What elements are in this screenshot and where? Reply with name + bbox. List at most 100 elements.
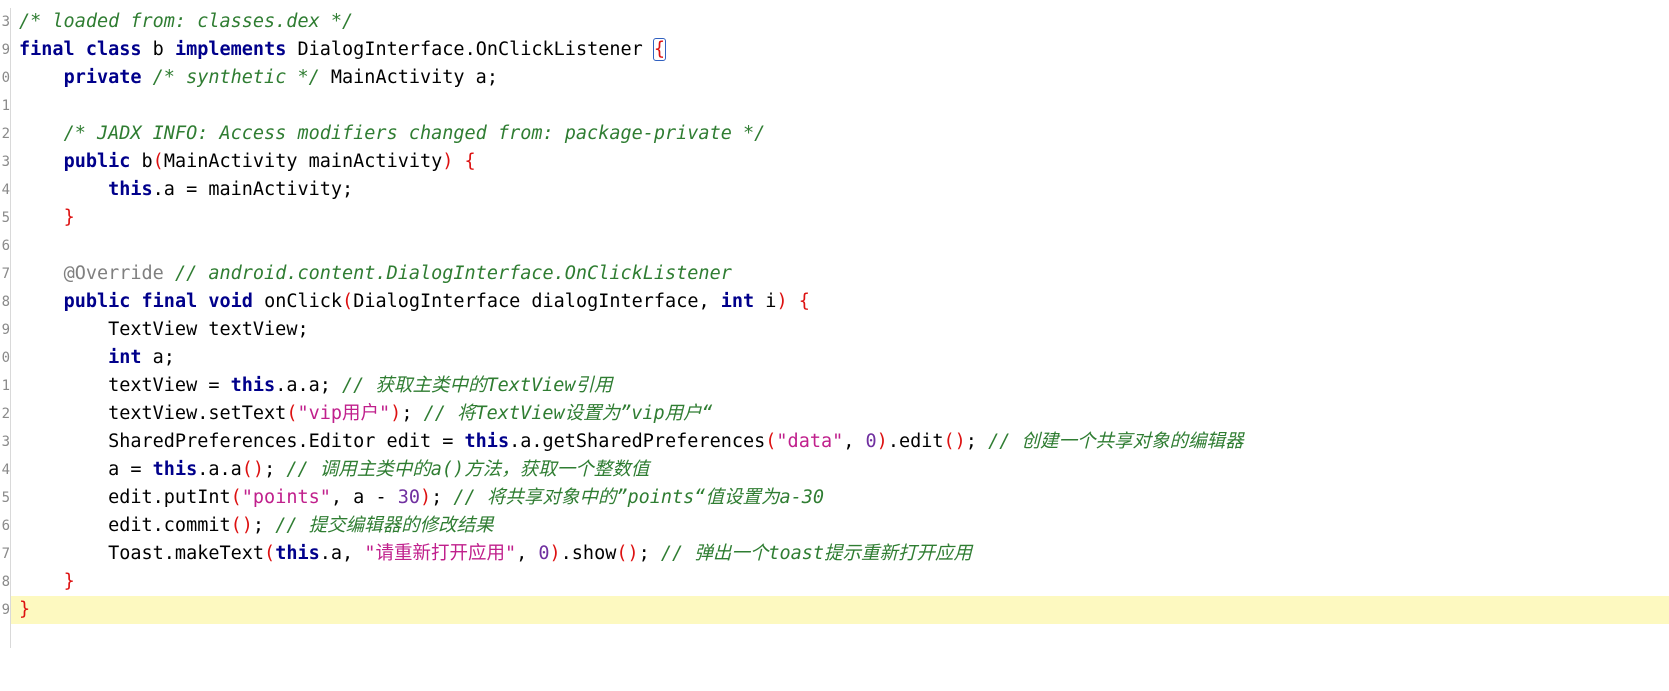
- statement: Toast.makeText: [108, 543, 265, 564]
- annotation: @Override: [63, 263, 164, 284]
- keyword-final: final: [19, 39, 75, 60]
- line-number: 7: [1, 266, 10, 282]
- comment: // 调用主类中的a()方法，获取一个整数值: [286, 459, 650, 480]
- line-number: 8: [1, 574, 10, 590]
- paren: (: [342, 291, 354, 312]
- keyword-implements: implements: [174, 39, 287, 60]
- code-line[interactable]: }: [11, 204, 1669, 232]
- paren: (): [943, 431, 966, 452]
- statement: .a,: [319, 543, 365, 564]
- code-line[interactable]: public b(MainActivity mainActivity) {: [11, 148, 1669, 176]
- line-number: 4: [1, 462, 10, 478]
- keyword-class: class: [85, 39, 142, 60]
- statement: ;: [252, 515, 276, 536]
- number-literal: 0: [538, 543, 550, 564]
- line-number: 1: [1, 378, 10, 394]
- code-line[interactable]: }: [11, 568, 1669, 596]
- code-editor[interactable]: 3 9 0 1 2 3 4 5 6 7 8 9 0 1 2 3 4 5 6 7 …: [0, 0, 1669, 691]
- line-number: 1: [1, 98, 10, 114]
- statement: TextView textView;: [108, 319, 309, 340]
- line-number: 5: [1, 490, 10, 506]
- matched-brace: {: [652, 38, 667, 61]
- code-line[interactable]: textView.setText("vip用户"); // 将TextView设…: [11, 400, 1669, 428]
- keyword-public: public: [63, 151, 131, 172]
- code-line[interactable]: final class b implements DialogInterface…: [11, 36, 1669, 64]
- statement: ;: [431, 487, 454, 508]
- keyword-int: int: [108, 347, 142, 368]
- statement: ;: [638, 543, 661, 564]
- string-literal: "vip用户": [297, 403, 391, 424]
- statement: ;: [264, 459, 287, 480]
- statement: ;: [965, 431, 989, 452]
- code-line[interactable]: [11, 232, 1669, 260]
- params: MainActivity mainActivity: [163, 151, 443, 172]
- line-number: 2: [1, 406, 10, 422]
- line-number: 2: [1, 126, 10, 142]
- keyword-final: final: [141, 291, 198, 312]
- statement: ,: [516, 543, 539, 564]
- paren: ): [420, 487, 432, 508]
- code-line[interactable]: private /* synthetic */ MainActivity a;: [11, 64, 1669, 92]
- line-number: 8: [1, 294, 10, 310]
- code-line[interactable]: /* JADX INFO: Access modifiers changed f…: [11, 120, 1669, 148]
- statement: textView =: [108, 375, 231, 396]
- current-code-line[interactable]: }: [11, 596, 1669, 624]
- comment: // 将共享对象中的”points“值设置为a-30: [453, 487, 824, 508]
- code-line[interactable]: @Override // android.content.DialogInter…: [11, 260, 1669, 288]
- line-number: 9: [1, 322, 10, 338]
- line-number: 6: [1, 238, 10, 254]
- statement: textView.setText: [108, 403, 287, 424]
- code-line[interactable]: TextView textView;: [11, 316, 1669, 344]
- paren: (: [230, 487, 242, 508]
- paren: ): [549, 543, 561, 564]
- keyword-this: this: [464, 431, 510, 452]
- params: i: [754, 291, 777, 312]
- statement: .show: [560, 543, 617, 564]
- paren: ): [390, 403, 402, 424]
- statement: a =: [108, 459, 153, 480]
- paren: (): [230, 515, 253, 536]
- keyword-void: void: [208, 291, 253, 312]
- paren: (: [765, 431, 777, 452]
- string-literal: "请重新打开应用": [364, 543, 517, 564]
- code-line[interactable]: [11, 92, 1669, 120]
- statement: .a.a: [197, 459, 242, 480]
- keyword-this: this: [230, 375, 276, 396]
- code-area[interactable]: /* loaded from: classes.dex */ final cla…: [11, 8, 1669, 624]
- statement: SharedPreferences.Editor edit =: [108, 431, 465, 452]
- line-number: 5: [1, 210, 10, 226]
- line-number: 3: [1, 434, 10, 450]
- statement: ;: [401, 403, 424, 424]
- brace: {: [464, 151, 476, 172]
- comment: // android.content.DialogInterface.OnCli…: [174, 263, 732, 284]
- line-number: 9: [1, 42, 10, 58]
- code-line[interactable]: SharedPreferences.Editor edit = this.a.g…: [11, 428, 1669, 456]
- statement: a;: [141, 347, 175, 368]
- line-number: 3: [1, 154, 10, 170]
- line-number: 0: [1, 350, 10, 366]
- code-line[interactable]: /* loaded from: classes.dex */: [11, 8, 1669, 36]
- code-line[interactable]: edit.putInt("points", a - 30); // 将共享对象中…: [11, 484, 1669, 512]
- paren: (: [152, 151, 164, 172]
- comment: /* JADX INFO: Access modifiers changed f…: [63, 123, 766, 144]
- code-line[interactable]: textView = this.a.a; // 获取主类中的TextView引用: [11, 372, 1669, 400]
- comment: // 创建一个共享对象的编辑器: [988, 431, 1244, 452]
- comment: // 将TextView设置为”vip用户“: [423, 403, 713, 424]
- code-line[interactable]: Toast.makeText(this.a, "请重新打开应用", 0).sho…: [11, 540, 1669, 568]
- code-line[interactable]: this.a = mainActivity;: [11, 176, 1669, 204]
- paren: (): [616, 543, 639, 564]
- brace: }: [19, 599, 31, 620]
- code-line[interactable]: int a;: [11, 344, 1669, 372]
- code-line[interactable]: public final void onClick(DialogInterfac…: [11, 288, 1669, 316]
- number-literal: 0: [865, 431, 877, 452]
- paren: ): [442, 151, 454, 172]
- line-number: 6: [1, 518, 10, 534]
- class-name: b: [141, 39, 175, 60]
- code-line[interactable]: edit.commit(); // 提交编辑器的修改结果: [11, 512, 1669, 540]
- keyword-public: public: [63, 291, 131, 312]
- comment: /* synthetic */: [152, 67, 320, 88]
- line-number-gutter: 3 9 0 1 2 3 4 5 6 7 8 9 0 1 2 3 4 5 6 7 …: [0, 8, 11, 648]
- comment: // 获取主类中的TextView引用: [342, 375, 613, 396]
- code-line[interactable]: a = this.a.a(); // 调用主类中的a()方法，获取一个整数值: [11, 456, 1669, 484]
- paren: (: [264, 543, 276, 564]
